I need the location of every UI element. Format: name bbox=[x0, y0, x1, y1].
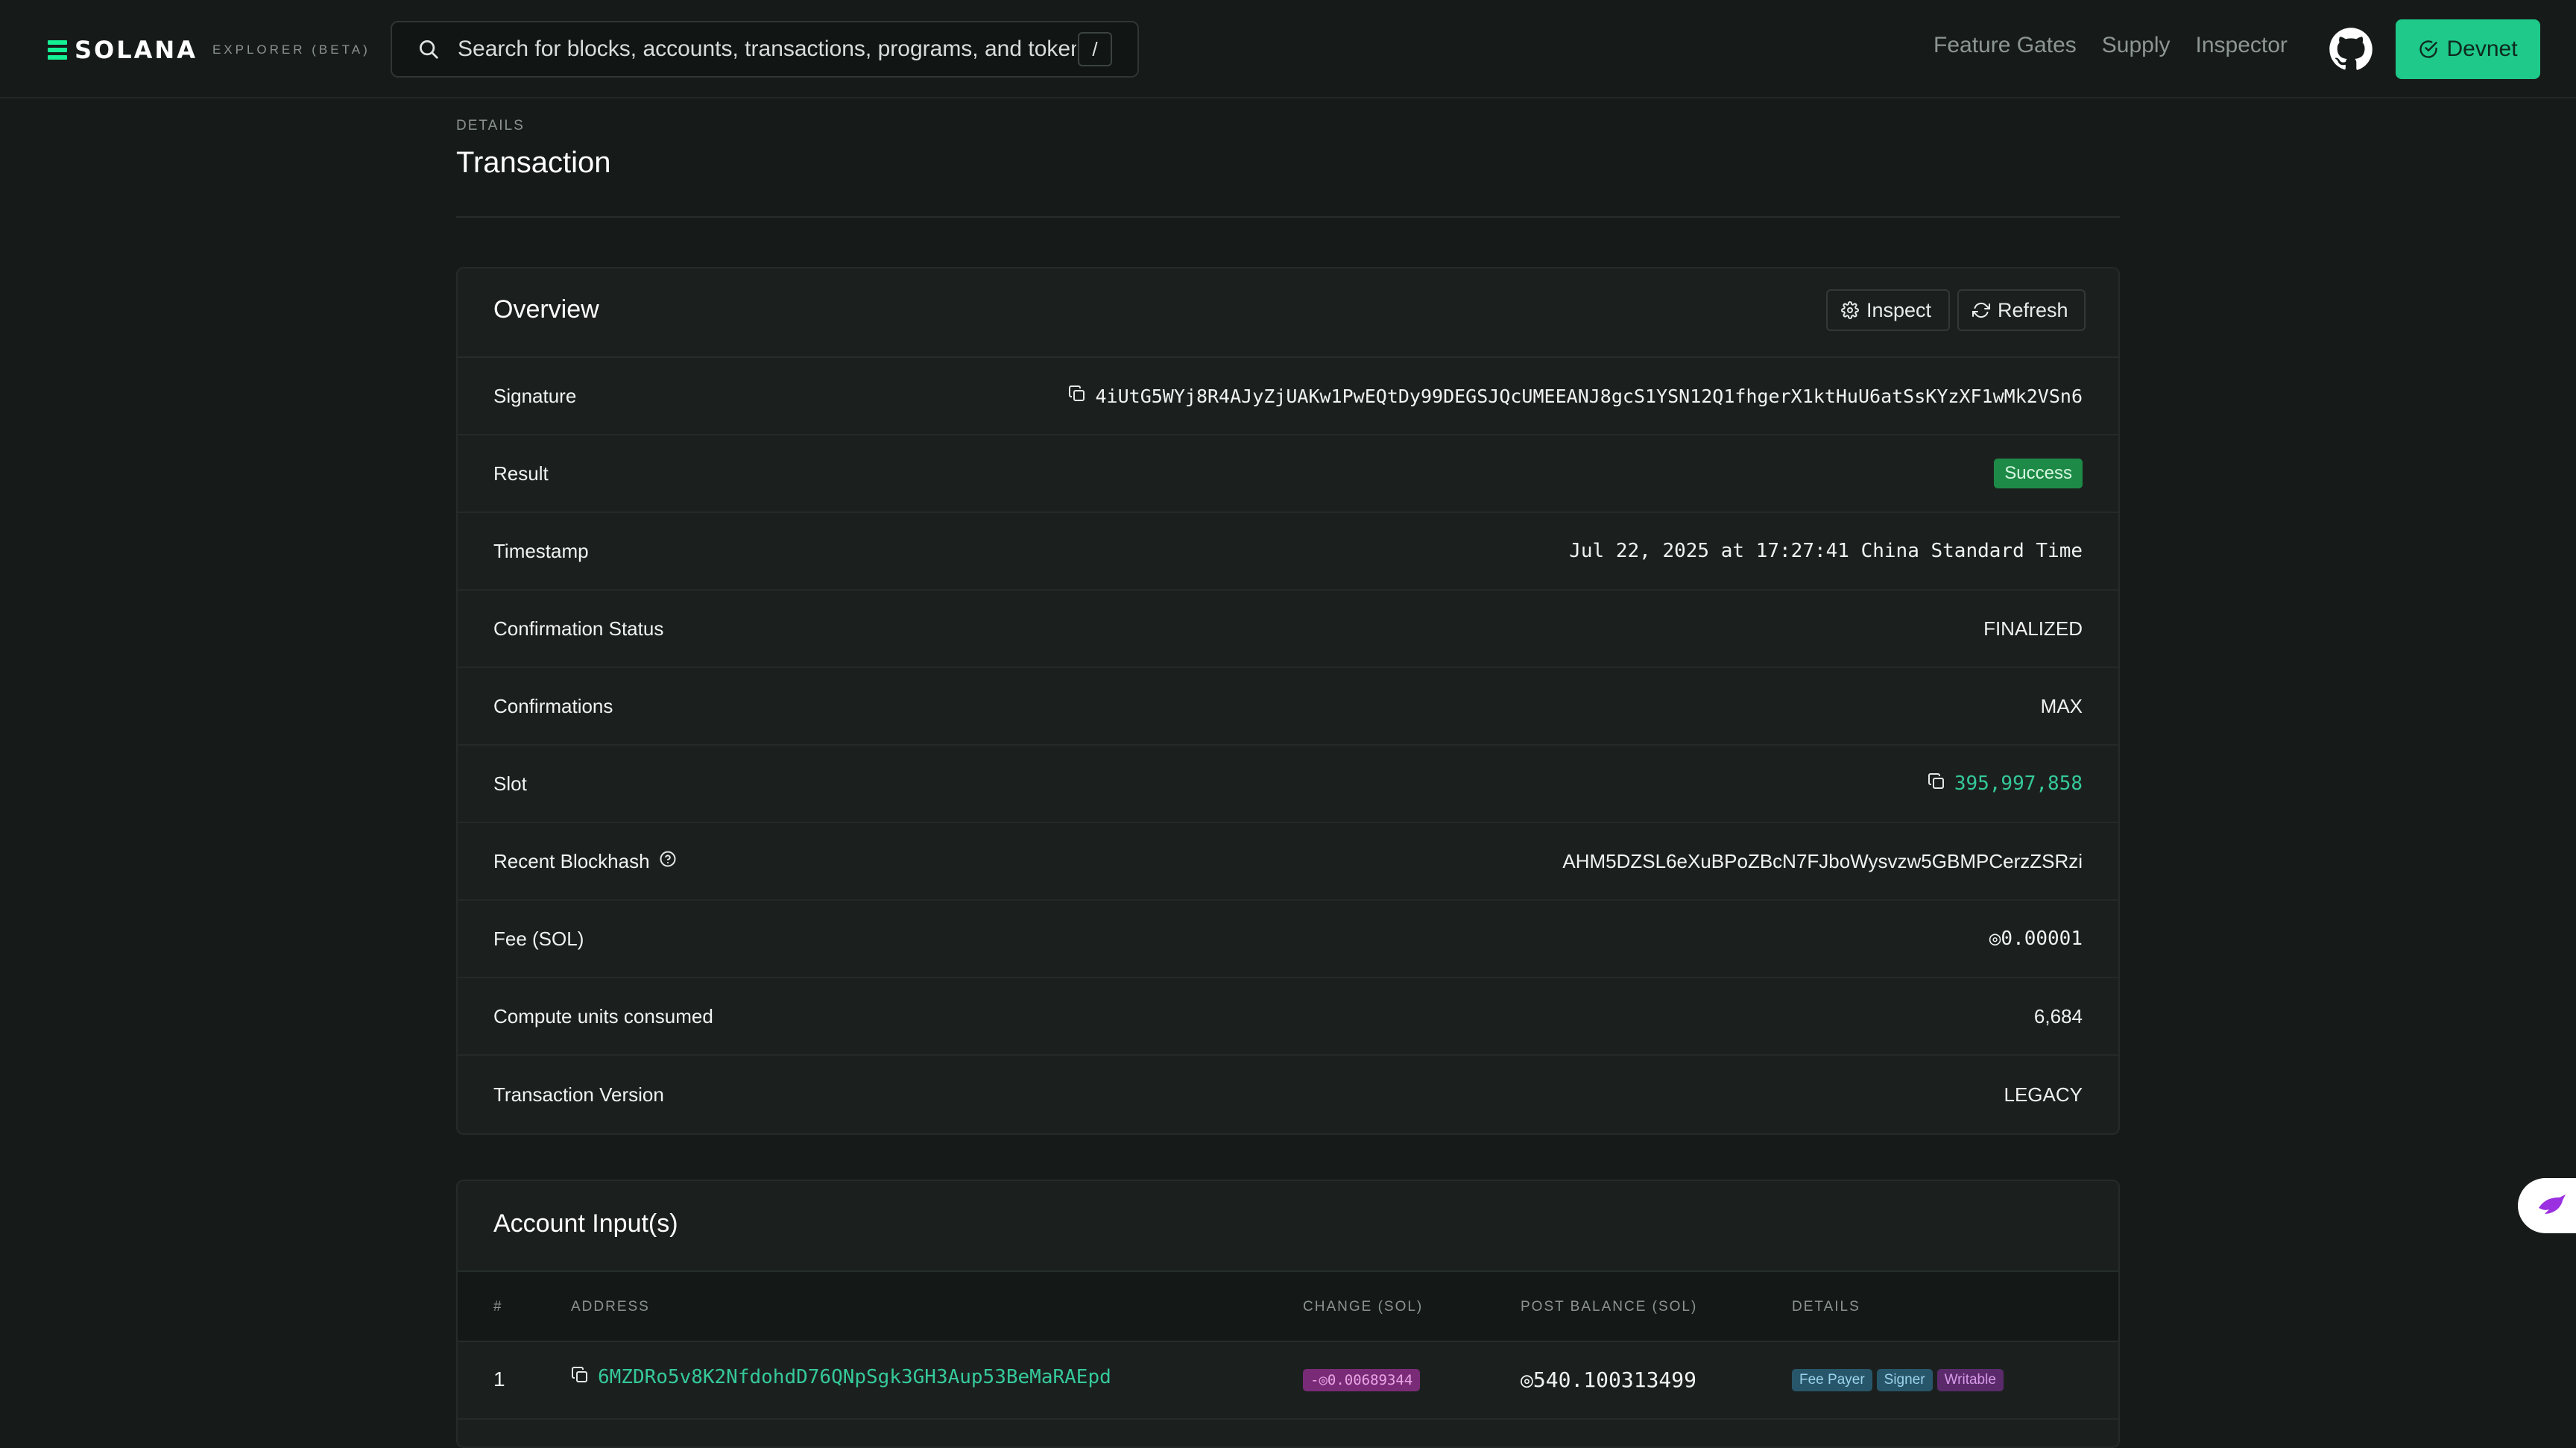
signature-text: 4iUtG5WYj8R4AJyZjUAKw1PwEQtDy99DEGSJQcUM… bbox=[1095, 385, 2083, 407]
copy-icon[interactable] bbox=[1068, 385, 1086, 408]
refresh-button[interactable]: Refresh bbox=[1957, 289, 2086, 331]
row-label: Compute units consumed bbox=[493, 1004, 713, 1027]
row-label: Recent Blockhash bbox=[493, 850, 677, 873]
github-icon[interactable] bbox=[2329, 27, 2373, 72]
overview-row-recent-blockhash: Recent Blockhash AHM5DZSL6eXuBPoZBcN7FJb… bbox=[458, 823, 2118, 901]
change-cell: -◎0.00689344 bbox=[1303, 1369, 1421, 1391]
table-row: 1 6MZDRo5v8K2NfdohdD76QNpSgk3GH3Aup53BeM… bbox=[458, 1342, 2118, 1420]
cluster-button[interactable]: Devnet bbox=[2396, 19, 2540, 79]
overview-row-compute-units: Compute units consumed 6,684 bbox=[458, 978, 2118, 1056]
post-balance-cell: ◎540.100313499 bbox=[1521, 1367, 1697, 1392]
overview-row-confirmation-status: Confirmation Status FINALIZED bbox=[458, 591, 2118, 668]
row-label: Confirmation Status bbox=[493, 617, 664, 640]
account-inputs-card: Account Input(s) # ADDRESS CHANGE (SOL) … bbox=[456, 1180, 2120, 1448]
overview-row-timestamp: Timestamp Jul 22, 2025 at 17:27:41 China… bbox=[458, 513, 2118, 591]
search-shortcut-key: / bbox=[1078, 32, 1112, 66]
top-navbar: SOLANA EXPLORER (BETA) / Feature Gates S… bbox=[0, 0, 2576, 98]
writable-badge: Writable bbox=[1936, 1369, 2004, 1391]
row-label: Transaction Version bbox=[493, 1083, 664, 1106]
page-title: Transaction bbox=[456, 146, 611, 179]
row-label-text: Recent Blockhash bbox=[493, 849, 650, 872]
row-label: Result bbox=[493, 462, 549, 485]
row-label: Timestamp bbox=[493, 539, 589, 562]
change-badge: -◎0.00689344 bbox=[1303, 1369, 1421, 1391]
col-details: DETAILS bbox=[1792, 1299, 1860, 1315]
timestamp-value: Jul 22, 2025 at 17:27:41 China Standard … bbox=[1569, 540, 2083, 562]
overview-row-fee: Fee (SOL) ◎0.00001 bbox=[458, 901, 2118, 978]
col-change: CHANGE (SOL) bbox=[1303, 1299, 1424, 1315]
confirmations-value: MAX bbox=[2040, 694, 2083, 717]
brand-logo[interactable]: SOLANA EXPLORER (BETA) bbox=[48, 36, 370, 64]
header-divider bbox=[456, 216, 2120, 218]
transaction-version-value: LEGACY bbox=[2004, 1083, 2083, 1106]
copy-icon[interactable] bbox=[571, 1364, 589, 1389]
brand-name: SOLANA bbox=[75, 36, 198, 64]
overview-row-signature: Signature 4iUtG5WYj8R4AJyZjUAKw1PwEQtDy9… bbox=[458, 358, 2118, 435]
row-index: 1 bbox=[493, 1367, 505, 1391]
overview-row-confirmations: Confirmations MAX bbox=[458, 668, 2118, 746]
overview-card: Overview Inspect Refresh Signature 4iUtG… bbox=[456, 267, 2120, 1135]
fee-value: ◎0.00001 bbox=[1989, 928, 2083, 950]
confirmation-status-value: FINALIZED bbox=[1983, 617, 2083, 640]
check-circle-icon bbox=[2419, 40, 2438, 58]
nav-link-feature-gates[interactable]: Feature Gates bbox=[1933, 33, 2077, 58]
account-inputs-header: Account Input(s) bbox=[458, 1181, 2118, 1272]
row-label: Signature bbox=[493, 384, 577, 407]
search-bar[interactable]: / bbox=[391, 21, 1139, 78]
gear-icon bbox=[1841, 301, 1859, 319]
nav-link-inspector[interactable]: Inspector bbox=[2196, 33, 2288, 58]
page-pretitle: DETAILS bbox=[456, 118, 525, 133]
row-label: Fee (SOL) bbox=[493, 927, 584, 950]
address-cell: 6MZDRo5v8K2NfdohdD76QNpSgk3GH3Aup53BeMaR… bbox=[571, 1364, 1111, 1389]
col-address: ADDRESS bbox=[571, 1299, 650, 1315]
slot-value: 395,997,858 bbox=[1928, 772, 2083, 796]
signature-value: 4iUtG5WYj8R4AJyZjUAKw1PwEQtDy99DEGSJQcUM… bbox=[1068, 385, 2083, 408]
overview-title: Overview bbox=[493, 295, 599, 324]
solana-logo-icon bbox=[48, 40, 67, 60]
overview-row-result: Result Success bbox=[458, 435, 2118, 513]
col-post-balance: POST BALANCE (SOL) bbox=[1521, 1299, 1698, 1315]
search-icon bbox=[417, 38, 440, 60]
copy-icon[interactable] bbox=[1928, 772, 1945, 796]
nav-links: Feature Gates Supply Inspector bbox=[1933, 33, 2313, 58]
inspect-button[interactable]: Inspect bbox=[1826, 289, 1950, 331]
compute-units-value: 6,684 bbox=[2033, 1004, 2083, 1027]
nav-link-supply[interactable]: Supply bbox=[2102, 33, 2171, 58]
row-label: Confirmations bbox=[493, 694, 613, 717]
search-input[interactable] bbox=[456, 36, 1078, 63]
help-circle-icon[interactable] bbox=[659, 850, 677, 873]
inspect-label: Inspect bbox=[1866, 298, 1932, 321]
cluster-label: Devnet bbox=[2446, 37, 2518, 61]
account-table-header: # ADDRESS CHANGE (SOL) POST BALANCE (SOL… bbox=[458, 1272, 2118, 1342]
refresh-icon bbox=[1972, 302, 1990, 318]
brand-subtitle: EXPLORER (BETA) bbox=[212, 43, 370, 57]
fee-payer-badge: Fee Payer bbox=[1792, 1369, 1872, 1391]
signer-badge: Signer bbox=[1876, 1369, 1933, 1391]
address-link[interactable]: 6MZDRo5v8K2NfdohdD76QNpSgk3GH3Aup53BeMaR… bbox=[598, 1366, 1111, 1388]
blockhash-value: AHM5DZSL6eXuBPoZBcN7FJboWysvzw5GBMPCerzZ… bbox=[1562, 849, 2083, 872]
refresh-label: Refresh bbox=[1998, 298, 2068, 321]
slot-link[interactable]: 395,997,858 bbox=[1954, 772, 2083, 795]
overview-header: Overview Inspect Refresh bbox=[458, 268, 2118, 358]
account-inputs-title: Account Input(s) bbox=[493, 1209, 678, 1238]
col-index: # bbox=[493, 1299, 503, 1315]
overview-row-slot: Slot 395,997,858 bbox=[458, 746, 2118, 823]
bird-icon bbox=[2539, 1194, 2566, 1214]
details-cell: Fee Payer Signer Writable bbox=[1792, 1369, 2008, 1391]
result-badge: Success bbox=[1994, 459, 2083, 488]
overview-row-transaction-version: Transaction Version LEGACY bbox=[458, 1056, 2118, 1133]
floating-widget-tab[interactable] bbox=[2518, 1178, 2576, 1233]
row-label: Slot bbox=[493, 772, 527, 795]
